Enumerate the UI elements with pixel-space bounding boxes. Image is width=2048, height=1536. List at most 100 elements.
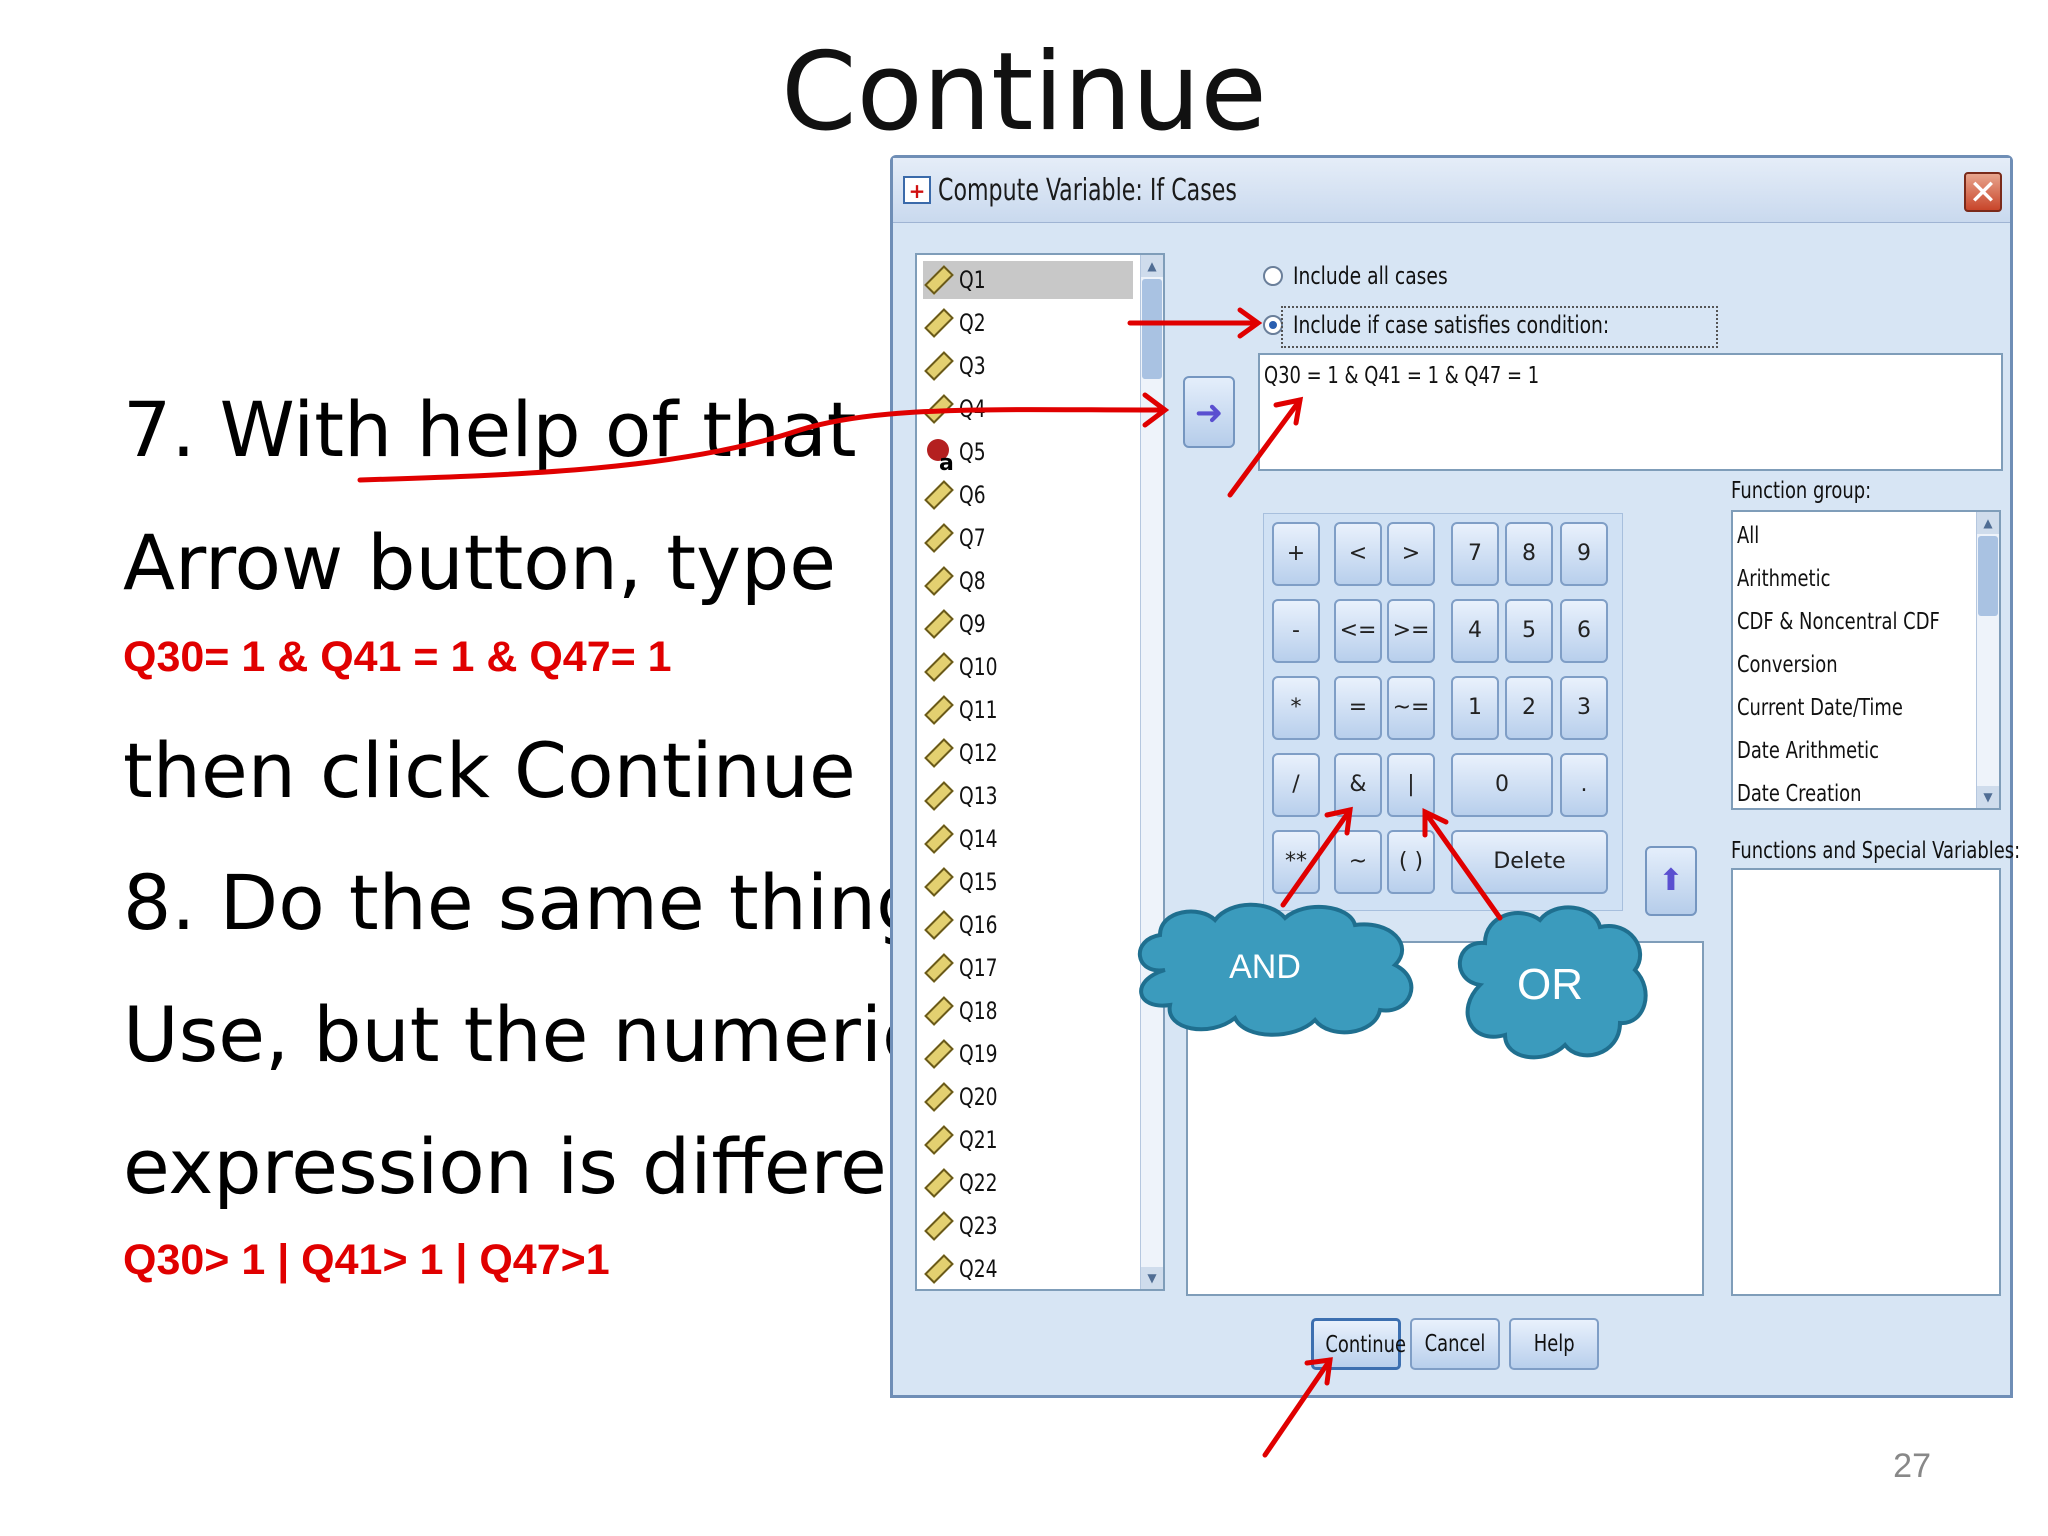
variable-item[interactable]: Q6 — [923, 476, 1133, 514]
continue-button[interactable]: Continue — [1311, 1318, 1406, 1370]
condition-expression-input[interactable]: Q30 = 1 & Q41 = 1 & Q47 = 1 — [1258, 353, 2003, 471]
variable-item[interactable]: Q2 — [923, 304, 1133, 342]
functions-special-variables-list[interactable] — [1731, 868, 2001, 1296]
scroll-thumb[interactable] — [1142, 279, 1162, 379]
spss-app-icon: + — [903, 176, 931, 204]
function-transfer-up-button[interactable]: ⬆ — [1645, 846, 1697, 916]
variable-item[interactable]: Q4 — [923, 390, 1133, 428]
keypad-key[interactable]: 3 — [1560, 676, 1608, 740]
keypad-key[interactable]: 6 — [1560, 599, 1608, 663]
variable-item[interactable]: Q7 — [923, 519, 1133, 557]
variable-list[interactable]: Q1 Q2 Q3 Q4 a Q5 Q6 Q7 Q8 Q9 Q10 Q11 Q12 Q13 Q14 Q15 Q16… — [915, 253, 1165, 1291]
variable-label: Q12 — [959, 739, 998, 767]
calculator-keypad: + < >7 8 9 - <= >= 4 5 6 * = ~= 1 2 3 /& | 0. ** ~( ) Delete — [1263, 513, 1623, 911]
keypad-key[interactable]: ~ — [1334, 830, 1382, 894]
keypad-key[interactable]: 0 — [1451, 753, 1553, 817]
keypad-key[interactable]: + — [1272, 522, 1320, 586]
scale-ruler-icon — [924, 781, 954, 811]
keypad-key[interactable]: > — [1387, 522, 1435, 586]
variable-label: Q2 — [959, 309, 986, 337]
keypad-key[interactable]: 1 — [1451, 676, 1499, 740]
variable-item[interactable]: Q10 — [923, 648, 1133, 686]
instruction-line-6: expression is different — [123, 1122, 965, 1211]
scale-ruler-icon — [924, 824, 954, 854]
function-group-item[interactable]: Date Creation — [1737, 774, 1861, 808]
fg-scroll-up-icon[interactable]: ▲ — [1977, 512, 1999, 534]
keypad-key[interactable]: ~= — [1387, 676, 1435, 740]
keypad-key[interactable]: 7 — [1451, 522, 1499, 586]
variable-item[interactable]: Q1 — [923, 261, 1133, 299]
keypad-key[interactable]: < — [1334, 522, 1382, 586]
include-all-cases-radio[interactable] — [1263, 266, 1283, 286]
fg-scroll-down-icon[interactable]: ▼ — [1977, 786, 1999, 808]
include-all-cases-label: Include all cases — [1293, 262, 1448, 290]
variable-label: Q10 — [959, 653, 998, 681]
keypad-key[interactable]: - — [1272, 599, 1320, 663]
include-if-condition-radio[interactable] — [1263, 315, 1283, 335]
variable-item[interactable]: Q16 — [923, 906, 1133, 944]
cancel-button[interactable]: Cancel — [1410, 1318, 1500, 1370]
variable-list-scrollbar[interactable]: ▲ ▼ — [1140, 255, 1163, 1289]
variable-item[interactable]: Q11 — [923, 691, 1133, 729]
variable-label: Q23 — [959, 1212, 998, 1240]
variable-item[interactable]: Q14 — [923, 820, 1133, 858]
variable-item[interactable]: Q12 — [923, 734, 1133, 772]
page-number: 27 — [1893, 1447, 1931, 1485]
function-group-item[interactable]: Arithmetic — [1737, 559, 1830, 599]
keypad-key[interactable]: >= — [1387, 599, 1435, 663]
function-group-item[interactable]: All — [1737, 516, 1759, 556]
variable-item[interactable]: Q17 — [923, 949, 1133, 987]
close-button[interactable]: ✕ — [1964, 172, 2002, 212]
keypad-key[interactable]: | — [1387, 753, 1435, 817]
variable-item[interactable]: Q22 — [923, 1164, 1133, 1202]
keypad-key[interactable]: & — [1334, 753, 1382, 817]
fg-scroll-thumb[interactable] — [1978, 536, 1998, 616]
keypad-key[interactable]: ( ) — [1387, 830, 1435, 894]
function-group-item[interactable]: Conversion — [1737, 645, 1838, 685]
function-group-item[interactable]: Current Date/Time — [1737, 688, 1903, 728]
keypad-key[interactable]: 2 — [1505, 676, 1553, 740]
keypad-key[interactable]: 8 — [1505, 522, 1553, 586]
scale-ruler-icon — [924, 1254, 954, 1284]
variable-item[interactable]: Q3 — [923, 347, 1133, 385]
keypad-key[interactable]: 9 — [1560, 522, 1608, 586]
variable-label: Q7 — [959, 524, 986, 552]
variable-item[interactable]: Q15 — [923, 863, 1133, 901]
dialog-titlebar: + Compute Variable: If Cases ✕ — [893, 158, 2010, 223]
function-group-list[interactable]: All Arithmetic CDF & Noncentral CDF Convers… — [1731, 510, 2001, 810]
help-button[interactable]: Help — [1509, 1318, 1599, 1370]
variable-label: Q20 — [959, 1083, 998, 1111]
function-group-item[interactable]: Date Arithmetic — [1737, 731, 1879, 771]
variable-item[interactable]: Q13 — [923, 777, 1133, 815]
keypad-key[interactable]: Delete — [1451, 830, 1608, 894]
keypad-key[interactable]: 5 — [1505, 599, 1553, 663]
variable-label: Q19 — [959, 1040, 998, 1068]
keypad-key[interactable]: = — [1334, 676, 1382, 740]
keypad-key[interactable]: <= — [1334, 599, 1382, 663]
function-group-item[interactable]: CDF & Noncentral CDF — [1737, 602, 1940, 642]
scale-ruler-icon — [924, 351, 954, 381]
variable-label: Q17 — [959, 954, 998, 982]
variable-item[interactable]: Q19 — [923, 1035, 1133, 1073]
keypad-key[interactable]: . — [1560, 753, 1608, 817]
function-group-scrollbar[interactable]: ▲ ▼ — [1976, 512, 1999, 808]
variable-item[interactable]: Q21 — [923, 1121, 1133, 1159]
variable-label: Q21 — [959, 1126, 998, 1154]
keypad-key[interactable]: / — [1272, 753, 1320, 817]
variable-item[interactable]: Q9 — [923, 605, 1133, 643]
keypad-key[interactable]: ** — [1272, 830, 1320, 894]
condition-expression-text: Q30 = 1 & Q41 = 1 & Q47 = 1 — [1264, 363, 1540, 389]
variable-item[interactable]: Q18 — [923, 992, 1133, 1030]
variable-item[interactable]: Q24 — [923, 1250, 1133, 1288]
scale-ruler-icon — [924, 394, 954, 424]
scroll-down-arrow-icon[interactable]: ▼ — [1141, 1267, 1163, 1289]
keypad-key[interactable]: * — [1272, 676, 1320, 740]
variable-item[interactable]: Q23 — [923, 1207, 1133, 1245]
scroll-up-arrow-icon[interactable]: ▲ — [1141, 255, 1163, 277]
variable-item[interactable]: a Q5 — [923, 433, 1133, 476]
variable-item[interactable]: Q20 — [923, 1078, 1133, 1116]
variable-item[interactable]: Q8 — [923, 562, 1133, 600]
transfer-arrow-button[interactable]: ➜ — [1183, 376, 1235, 448]
keypad-key[interactable]: 4 — [1451, 599, 1499, 663]
scale-ruler-icon — [924, 1168, 954, 1198]
